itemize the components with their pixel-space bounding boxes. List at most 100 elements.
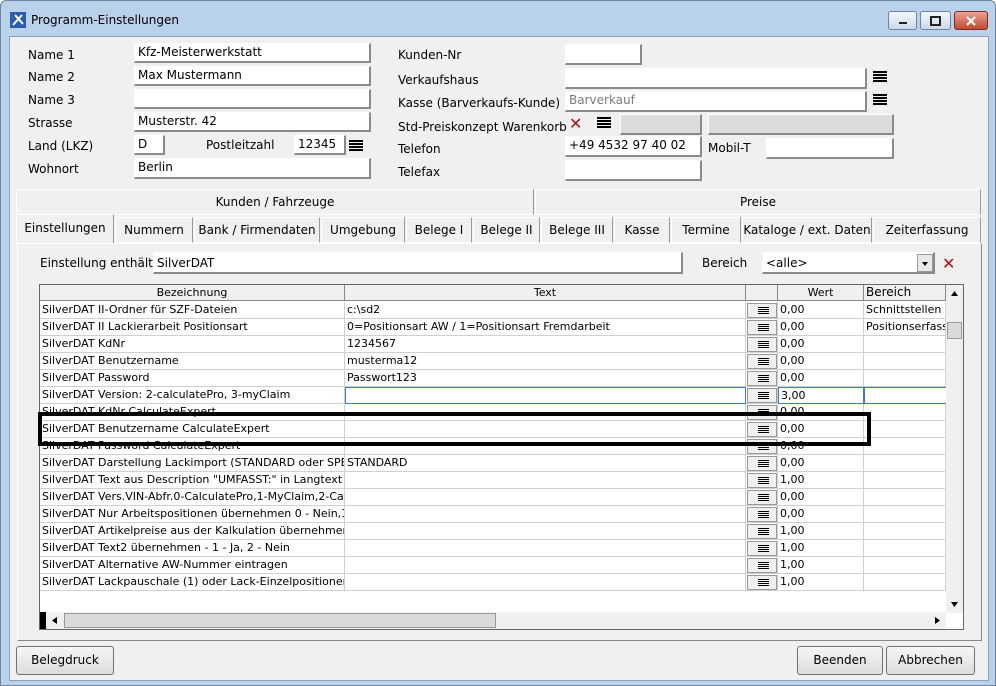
name1-field[interactable]: Kfz-Meisterwerkstatt bbox=[134, 43, 371, 63]
tab-belege-2[interactable]: Belege II bbox=[473, 217, 540, 243]
cell-wert: 0,00 bbox=[778, 489, 864, 506]
telefon-field[interactable]: +49 4532 97 40 02 bbox=[565, 136, 702, 157]
settings-grid[interactable]: Bezeichnung Text Wert Bereich SilverDAT … bbox=[39, 284, 964, 630]
tab-bank-firmendaten[interactable]: Bank / Firmendaten bbox=[194, 217, 320, 243]
wohnort-field[interactable]: Berlin bbox=[134, 158, 371, 179]
table-row[interactable]: SilverDAT Version: 2-calculatePro, 3-myC… bbox=[40, 387, 963, 404]
tab-nummern[interactable]: Nummern bbox=[115, 217, 193, 243]
list-edit-button[interactable] bbox=[747, 354, 777, 369]
list-edit-button[interactable] bbox=[747, 575, 777, 590]
telefax-field[interactable] bbox=[565, 160, 702, 181]
list-edit-button[interactable] bbox=[747, 456, 777, 471]
tab-belege-1[interactable]: Belege I bbox=[406, 217, 472, 243]
list-edit-button[interactable] bbox=[747, 473, 777, 488]
cell-text[interactable]: Passwort123 bbox=[345, 370, 746, 387]
list-edit-button[interactable] bbox=[747, 320, 777, 335]
tab-umgebung[interactable]: Umgebung bbox=[321, 217, 405, 243]
close-button[interactable] bbox=[954, 11, 988, 30]
tab-kunden-fahrzeuge[interactable]: Kunden / Fahrzeuge bbox=[16, 189, 534, 215]
strasse-field[interactable]: Musterstr. 42 bbox=[134, 112, 371, 132]
kasse-field[interactable]: Barverkauf bbox=[565, 91, 867, 112]
cell-bereich bbox=[864, 489, 946, 506]
scroll-up-icon[interactable] bbox=[946, 285, 963, 302]
list-edit-button[interactable] bbox=[747, 541, 777, 556]
kasse-list-icon[interactable] bbox=[873, 94, 887, 106]
filter-input[interactable]: SilverDAT bbox=[153, 252, 683, 274]
bereich-select[interactable]: <alle> bbox=[762, 252, 935, 274]
cell-text[interactable] bbox=[345, 574, 746, 591]
cell-edit bbox=[746, 540, 778, 557]
cell-text[interactable] bbox=[345, 506, 746, 523]
abbrechen-button[interactable]: Abbrechen bbox=[886, 646, 975, 675]
tab-belege-3[interactable]: Belege III bbox=[541, 217, 613, 243]
list-edit-button[interactable] bbox=[747, 337, 777, 352]
tab-termine[interactable]: Termine bbox=[671, 217, 741, 243]
cell-text[interactable] bbox=[345, 557, 746, 574]
cell-text[interactable]: STANDARD bbox=[345, 455, 746, 472]
name3-field[interactable] bbox=[134, 89, 371, 109]
cell-text[interactable]: c:\sd2 bbox=[345, 302, 746, 319]
list-edit-button[interactable] bbox=[747, 371, 777, 386]
table-row[interactable]: SilverDAT Darstellung Lackimport (STANDA… bbox=[40, 455, 946, 472]
tab-einstellungen[interactable]: Einstellungen bbox=[16, 214, 114, 244]
clear-filter-icon[interactable]: ✕ bbox=[942, 256, 955, 272]
mobil-field[interactable] bbox=[766, 138, 894, 159]
clear-x-icon[interactable]: ✕ bbox=[569, 116, 582, 132]
cell-text[interactable]: 0=Positionsart AW / 1=Positionsart Fremd… bbox=[345, 319, 746, 336]
table-row[interactable]: SilverDAT Password Passwort123 0,00 bbox=[40, 370, 946, 387]
horizontal-scrollbar[interactable] bbox=[40, 612, 946, 629]
cell-text[interactable] bbox=[345, 472, 746, 489]
cell-text[interactable] bbox=[345, 489, 746, 506]
plz-list-icon[interactable] bbox=[349, 140, 363, 152]
cell-text[interactable]: musterma12 bbox=[345, 353, 746, 370]
table-row[interactable]: SilverDAT Alternative AW-Nummer eintrage… bbox=[40, 557, 946, 574]
title-bar[interactable]: Programm-Einstellungen bbox=[1, 1, 995, 37]
scroll-left-icon[interactable] bbox=[46, 612, 63, 629]
col-bereich[interactable]: Bereich bbox=[864, 285, 946, 301]
list-edit-button[interactable] bbox=[747, 490, 777, 505]
table-row[interactable]: SilverDAT Nur Arbeitspositionen übernehm… bbox=[40, 506, 946, 523]
table-row[interactable]: SilverDAT KdNr 1234567 0,00 bbox=[40, 336, 946, 353]
cell-text[interactable] bbox=[345, 540, 746, 557]
table-row[interactable]: SilverDAT Artikelpreise aus der Kalkulat… bbox=[40, 523, 946, 540]
col-text[interactable]: Text bbox=[345, 285, 746, 301]
list-edit-button[interactable] bbox=[747, 524, 777, 539]
plz-field[interactable]: 12345 bbox=[294, 135, 346, 155]
verkaufshaus-list-icon[interactable] bbox=[873, 71, 887, 83]
table-row[interactable]: SilverDAT Vers.VIN-Abfr.0-CalculatePro,1… bbox=[40, 489, 946, 506]
bereich-dropdown-button[interactable] bbox=[917, 254, 933, 272]
scroll-down-icon[interactable] bbox=[946, 596, 963, 613]
scroll-right-icon[interactable] bbox=[929, 612, 946, 629]
maximize-button[interactable] bbox=[920, 11, 951, 30]
vertical-scroll-thumb[interactable] bbox=[947, 322, 962, 339]
table-row[interactable]: SilverDAT Benutzername musterma12 0,00 bbox=[40, 353, 946, 370]
vertical-scrollbar[interactable] bbox=[946, 285, 963, 613]
list-edit-button[interactable] bbox=[747, 507, 777, 522]
preiskonzept-list-icon[interactable] bbox=[597, 117, 611, 129]
list-edit-button[interactable] bbox=[747, 303, 777, 318]
kundennr-field[interactable] bbox=[565, 44, 642, 65]
horizontal-scroll-thumb[interactable] bbox=[64, 613, 496, 628]
verkaufshaus-field[interactable] bbox=[565, 68, 867, 89]
tab-zeiterfassung[interactable]: Zeiterfassung bbox=[873, 217, 981, 243]
cell-text[interactable]: 1234567 bbox=[345, 336, 746, 353]
tab-preise[interactable]: Preise bbox=[535, 189, 981, 215]
name2-field[interactable]: Max Mustermann bbox=[134, 66, 371, 86]
belegdruck-button[interactable]: Belegdruck bbox=[16, 646, 114, 675]
table-row[interactable]: SilverDAT Text aus Description "UMFASST:… bbox=[40, 472, 946, 489]
table-row[interactable]: SilverDAT Text2 übernehmen - 1 - Ja, 2 -… bbox=[40, 540, 946, 557]
tab-kasse[interactable]: Kasse bbox=[614, 217, 670, 243]
list-edit-button[interactable] bbox=[747, 558, 777, 573]
table-row[interactable]: SilverDAT Lackpauschale (1) oder Lack-Ei… bbox=[40, 574, 946, 591]
tab-kataloge[interactable]: Kataloge / ext. Daten bbox=[742, 217, 872, 243]
cell-text[interactable] bbox=[345, 387, 746, 404]
beenden-button[interactable]: Beenden bbox=[797, 646, 883, 675]
cell-text[interactable] bbox=[345, 523, 746, 540]
col-wert[interactable]: Wert bbox=[778, 285, 864, 301]
table-row[interactable]: SilverDAT II-Ordner für SZF-Dateien c:\sd… bbox=[40, 302, 946, 319]
col-bezeichnung[interactable]: Bezeichnung bbox=[40, 285, 345, 301]
minimize-button[interactable] bbox=[888, 11, 917, 30]
land-field[interactable]: D bbox=[134, 135, 165, 155]
table-row[interactable]: SilverDAT II Lackierarbeit Positionsart 0… bbox=[40, 319, 946, 336]
list-edit-button[interactable] bbox=[747, 388, 777, 403]
